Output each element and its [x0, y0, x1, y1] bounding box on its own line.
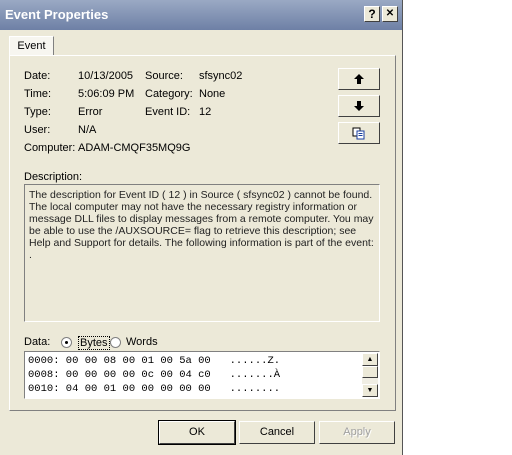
- scroll-up-icon[interactable]: ▲: [362, 353, 378, 366]
- previous-event-button[interactable]: [338, 68, 380, 90]
- data-row: 0000: 00 00 08 00 01 00 5a 00 ......Z.: [28, 355, 281, 367]
- bytes-radio[interactable]: [61, 337, 72, 348]
- data-scrollbar[interactable]: ▲ ▼: [362, 353, 378, 397]
- data-row: 0008: 00 00 00 00 0c 00 04 c0 .......À: [28, 369, 281, 381]
- time-value: 5:06:09 PM: [78, 88, 135, 100]
- words-radio[interactable]: [110, 337, 121, 348]
- help-button[interactable]: ?: [364, 6, 380, 22]
- scroll-down-icon[interactable]: ▼: [362, 384, 378, 397]
- data-row: 0010: 04 00 01 00 00 00 00 00 ........: [28, 383, 281, 395]
- date-label: Date:: [24, 70, 51, 82]
- copy-icon: [352, 127, 365, 140]
- event-properties-dialog: Event Properties ? ✕ Event Date: 10/13/2…: [0, 0, 403, 455]
- window-title: Event Properties: [5, 7, 109, 22]
- title-bar[interactable]: Event Properties ? ✕: [0, 0, 402, 30]
- copy-button[interactable]: [338, 122, 380, 144]
- user-value: N/A: [78, 124, 97, 136]
- data-hex-box[interactable]: 0000: 00 00 08 00 01 00 5a 00 ......Z. 0…: [24, 351, 380, 399]
- arrow-up-icon: [354, 74, 364, 84]
- category-value: None: [199, 88, 226, 100]
- scroll-thumb[interactable]: [362, 366, 378, 378]
- cancel-button[interactable]: Cancel: [239, 421, 315, 444]
- computer-value: ADAM-CMQF35MQ9G: [78, 142, 191, 154]
- source-label: Source:: [145, 70, 183, 82]
- computer-label: Computer:: [24, 142, 76, 154]
- data-label: Data:: [24, 336, 51, 348]
- time-label: Time:: [24, 88, 52, 100]
- eventid-value: 12: [199, 106, 212, 118]
- user-label: User:: [24, 124, 51, 136]
- description-label: Description:: [24, 171, 83, 183]
- next-event-button[interactable]: [338, 95, 380, 117]
- words-label[interactable]: Words: [126, 336, 158, 348]
- ok-button[interactable]: OK: [158, 420, 236, 445]
- close-button[interactable]: ✕: [382, 6, 398, 22]
- date-value: 10/13/2005: [78, 70, 134, 82]
- tab-strip: Event: [0, 30, 402, 56]
- tab-event[interactable]: Event: [9, 36, 54, 56]
- type-label: Type:: [24, 106, 51, 118]
- eventid-label: Event ID:: [145, 106, 191, 118]
- description-box[interactable]: The description for Event ID ( 12 ) in S…: [24, 184, 380, 322]
- source-value: sfsync02: [199, 70, 243, 82]
- type-value: Error: [78, 106, 103, 118]
- arrow-down-icon: [354, 101, 364, 111]
- apply-button[interactable]: Apply: [319, 421, 395, 444]
- category-label: Category:: [145, 88, 193, 100]
- bytes-label[interactable]: Bytes: [78, 336, 110, 350]
